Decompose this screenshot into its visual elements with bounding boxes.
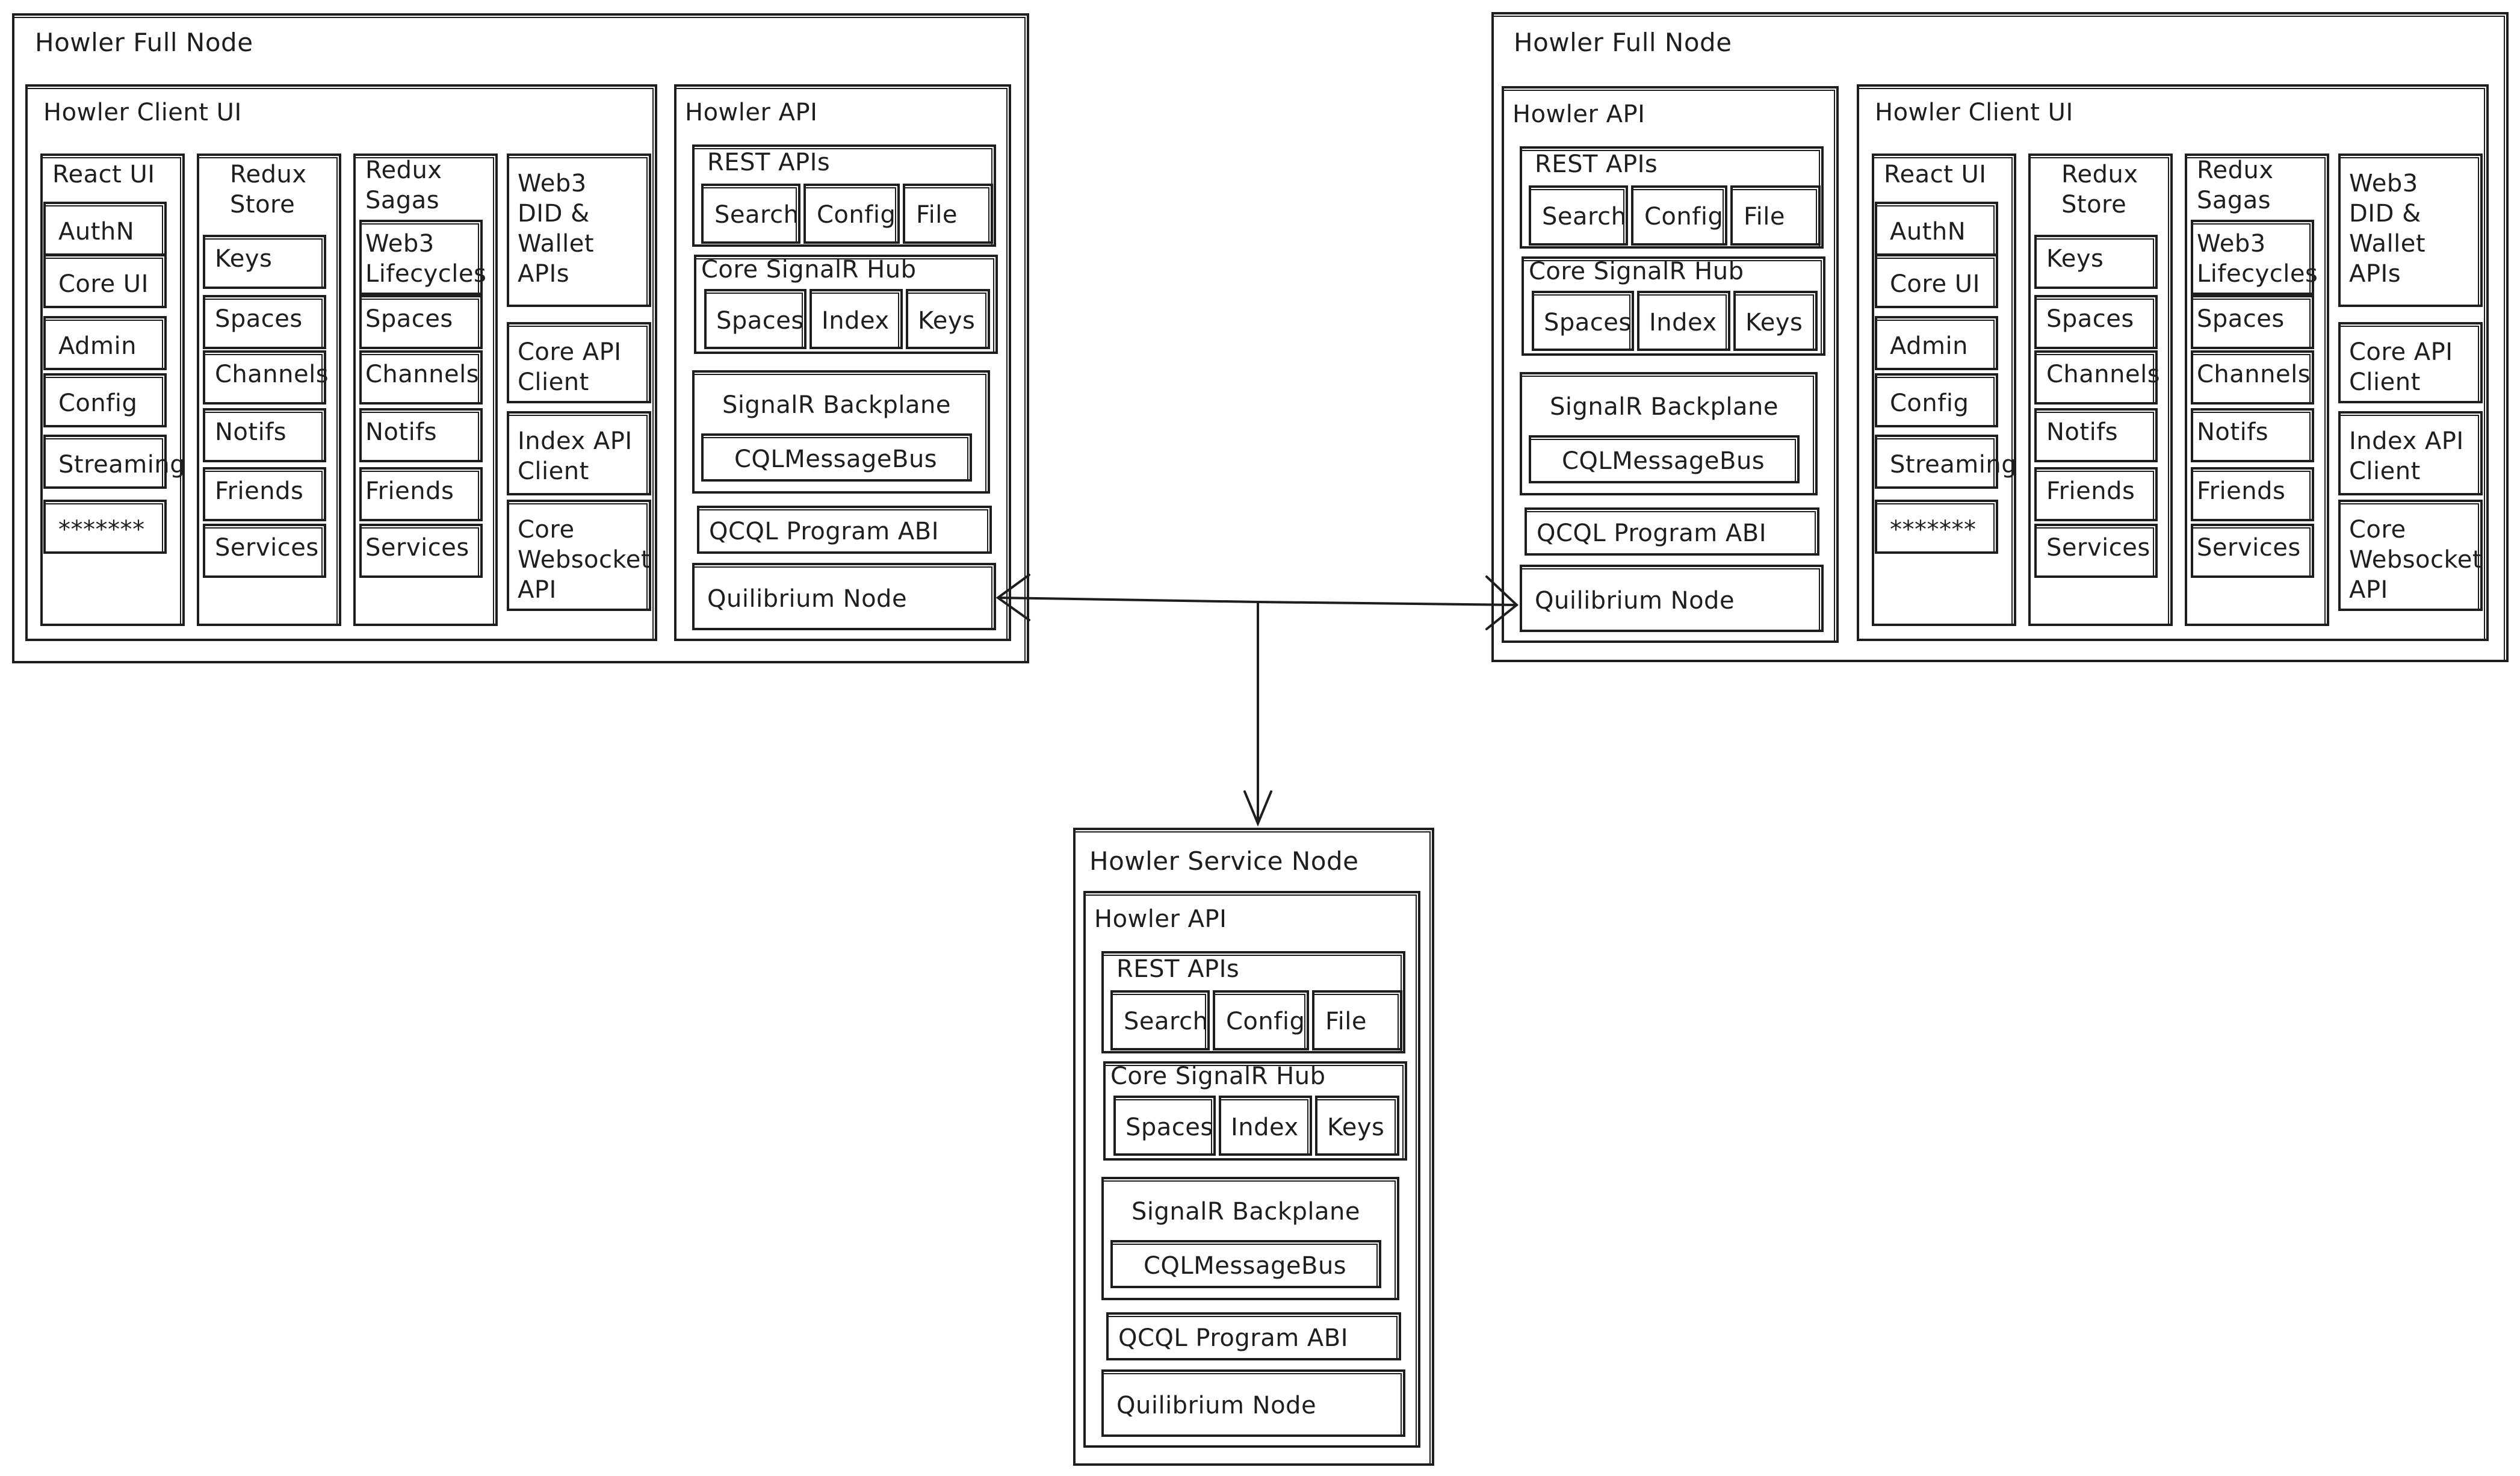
redux-sagas-title: Redux Sagas [2197, 157, 2274, 214]
rest-api-label: File [1325, 1008, 1367, 1035]
redux-store-item-label: Channels [215, 361, 329, 388]
hub-item-label: Spaces [1125, 1114, 1213, 1141]
howler-client-ui-title: Howler Client UI [1875, 99, 2073, 126]
react-ui-item-label: Admin [1890, 332, 1968, 360]
redux-sagas-item-label: Spaces [2197, 305, 2285, 333]
redux-store-title: Redux Store [230, 161, 307, 219]
redux-sagas-item-label: Channels [365, 361, 480, 388]
hub-item-label: Spaces [1544, 309, 1632, 336]
react-ui-title: React UI [1884, 161, 1987, 188]
redux-sagas-item-label: Friends [2197, 477, 2286, 505]
redux-store-item-label: Spaces [215, 305, 303, 333]
redux-store-item-label: Notifs [215, 418, 287, 446]
redux-store-item-label: Keys [215, 245, 273, 273]
hub-item-label: Spaces [716, 307, 804, 335]
api-client-label: Web3 DID & Wallet APIs [518, 170, 595, 288]
hub-item-label: Index [822, 307, 890, 335]
redux-store-item-label: Services [215, 534, 319, 562]
redux-sagas-title: Redux Sagas [365, 157, 442, 214]
arrowhead-down-icon [1243, 790, 1272, 827]
react-ui-item-label: ******* [1890, 516, 1977, 544]
redux-store-item-label: Friends [2046, 477, 2135, 505]
full-node-title: Howler Full Node [35, 28, 253, 57]
redux-store-item-label: Friends [215, 477, 304, 505]
hub-item-label: Keys [1745, 309, 1803, 336]
redux-store-item-label: Channels [2046, 361, 2161, 388]
react-ui-item-label: AuthN [58, 218, 135, 246]
react-ui-item-label: Config [58, 389, 138, 417]
signalr-backplane-title: SignalR Backplane [1550, 393, 1779, 421]
redux-sagas-item-label: Spaces [365, 305, 453, 333]
rest-apis-title: REST APIs [707, 149, 831, 176]
core-signalr-hub-title: Core SignalR Hub [701, 256, 917, 284]
api-client-label: Core Websocket API [518, 516, 651, 604]
qcql-program-abi-label: QCQL Program ABI [1537, 519, 1766, 547]
qcql-program-abi-label: QCQL Program ABI [1118, 1324, 1348, 1352]
core-signalr-hub-title: Core SignalR Hub [1110, 1062, 1326, 1090]
quilibrium-node-label: Quilibrium Node [707, 585, 908, 613]
react-ui-item-label: ******* [58, 516, 145, 544]
signalr-backplane-title: SignalR Backplane [1132, 1198, 1360, 1226]
react-ui-title: React UI [52, 161, 155, 188]
rest-api-label: Search [714, 201, 799, 229]
rest-api-label: File [916, 201, 958, 229]
api-client-label: Index API Client [2349, 427, 2464, 485]
rest-api-label: Config [1226, 1008, 1305, 1035]
rest-apis-title: REST APIs [1116, 955, 1240, 983]
redux-sagas-item-label: Notifs [2197, 418, 2269, 446]
connector-left [998, 597, 1259, 603]
hub-item-label: Keys [918, 307, 976, 335]
howler-api-title: Howler API [685, 99, 818, 126]
signalr-backplane-title: SignalR Backplane [722, 391, 951, 419]
redux-store-item-label: Spaces [2046, 305, 2134, 333]
react-ui-item-label: AuthN [1890, 218, 1966, 246]
howler-api-title: Howler API [1094, 905, 1227, 933]
rest-api-label: Search [1542, 203, 1627, 231]
api-client-label: Core API Client [2349, 338, 2453, 396]
react-ui-item-label: Core UI [1890, 270, 1980, 298]
connector-right [1257, 601, 1518, 606]
core-signalr-hub-title: Core SignalR Hub [1529, 258, 1744, 285]
hub-item-label: Keys [1327, 1114, 1385, 1141]
quilibrium-node-label: Quilibrium Node [1116, 1392, 1317, 1419]
howler-api-title: Howler API [1512, 101, 1645, 128]
redux-sagas-item-label: Channels [2197, 361, 2311, 388]
api-client-label: Core Websocket API [2349, 516, 2483, 604]
rest-api-label: File [1744, 203, 1785, 231]
cql-message-bus-label: CQLMessageBus [734, 445, 938, 473]
redux-sagas-item-label: Services [2197, 534, 2301, 562]
redux-store-item-label: Keys [2046, 245, 2104, 273]
redux-store-item-label: Services [2046, 534, 2150, 562]
rest-apis-title: REST APIs [1535, 150, 1658, 178]
redux-sagas-item-label: Friends [365, 477, 454, 505]
redux-sagas-item-label: Web3 Lifecycles [365, 230, 487, 288]
cql-message-bus-label: CQLMessageBus [1562, 447, 1765, 475]
howler-client-ui-title: Howler Client UI [43, 99, 242, 126]
redux-store-item-label: Notifs [2046, 418, 2119, 446]
api-client-label: Web3 DID & Wallet APIs [2349, 170, 2426, 288]
react-ui-item-label: Streaming [58, 451, 186, 479]
cql-message-bus-label: CQLMessageBus [1144, 1252, 1347, 1280]
hub-item-label: Index [1231, 1114, 1299, 1141]
react-ui-item-label: Core UI [58, 270, 149, 298]
full-node-title: Howler Full Node [1514, 28, 1732, 57]
redux-sagas-item-label: Web3 Lifecycles [2197, 230, 2318, 288]
service-node-title: Howler Service Node [1089, 846, 1359, 876]
react-ui-item-label: Admin [58, 332, 137, 360]
rest-api-label: Config [1644, 203, 1724, 231]
quilibrium-node-label: Quilibrium Node [1535, 587, 1735, 615]
api-client-label: Core API Client [518, 338, 622, 396]
rest-api-label: Config [817, 201, 896, 229]
redux-store-title: Redux Store [2061, 161, 2138, 219]
rest-api-label: Search [1124, 1008, 1209, 1035]
react-ui-item-label: Config [1890, 389, 1969, 417]
api-client-label: Index API Client [518, 427, 633, 485]
hub-item-label: Index [1649, 309, 1717, 336]
react-ui-item-label: Streaming [1890, 451, 2017, 479]
redux-sagas-item-label: Services [365, 534, 469, 562]
qcql-program-abi-label: QCQL Program ABI [709, 518, 939, 545]
redux-sagas-item-label: Notifs [365, 418, 438, 446]
